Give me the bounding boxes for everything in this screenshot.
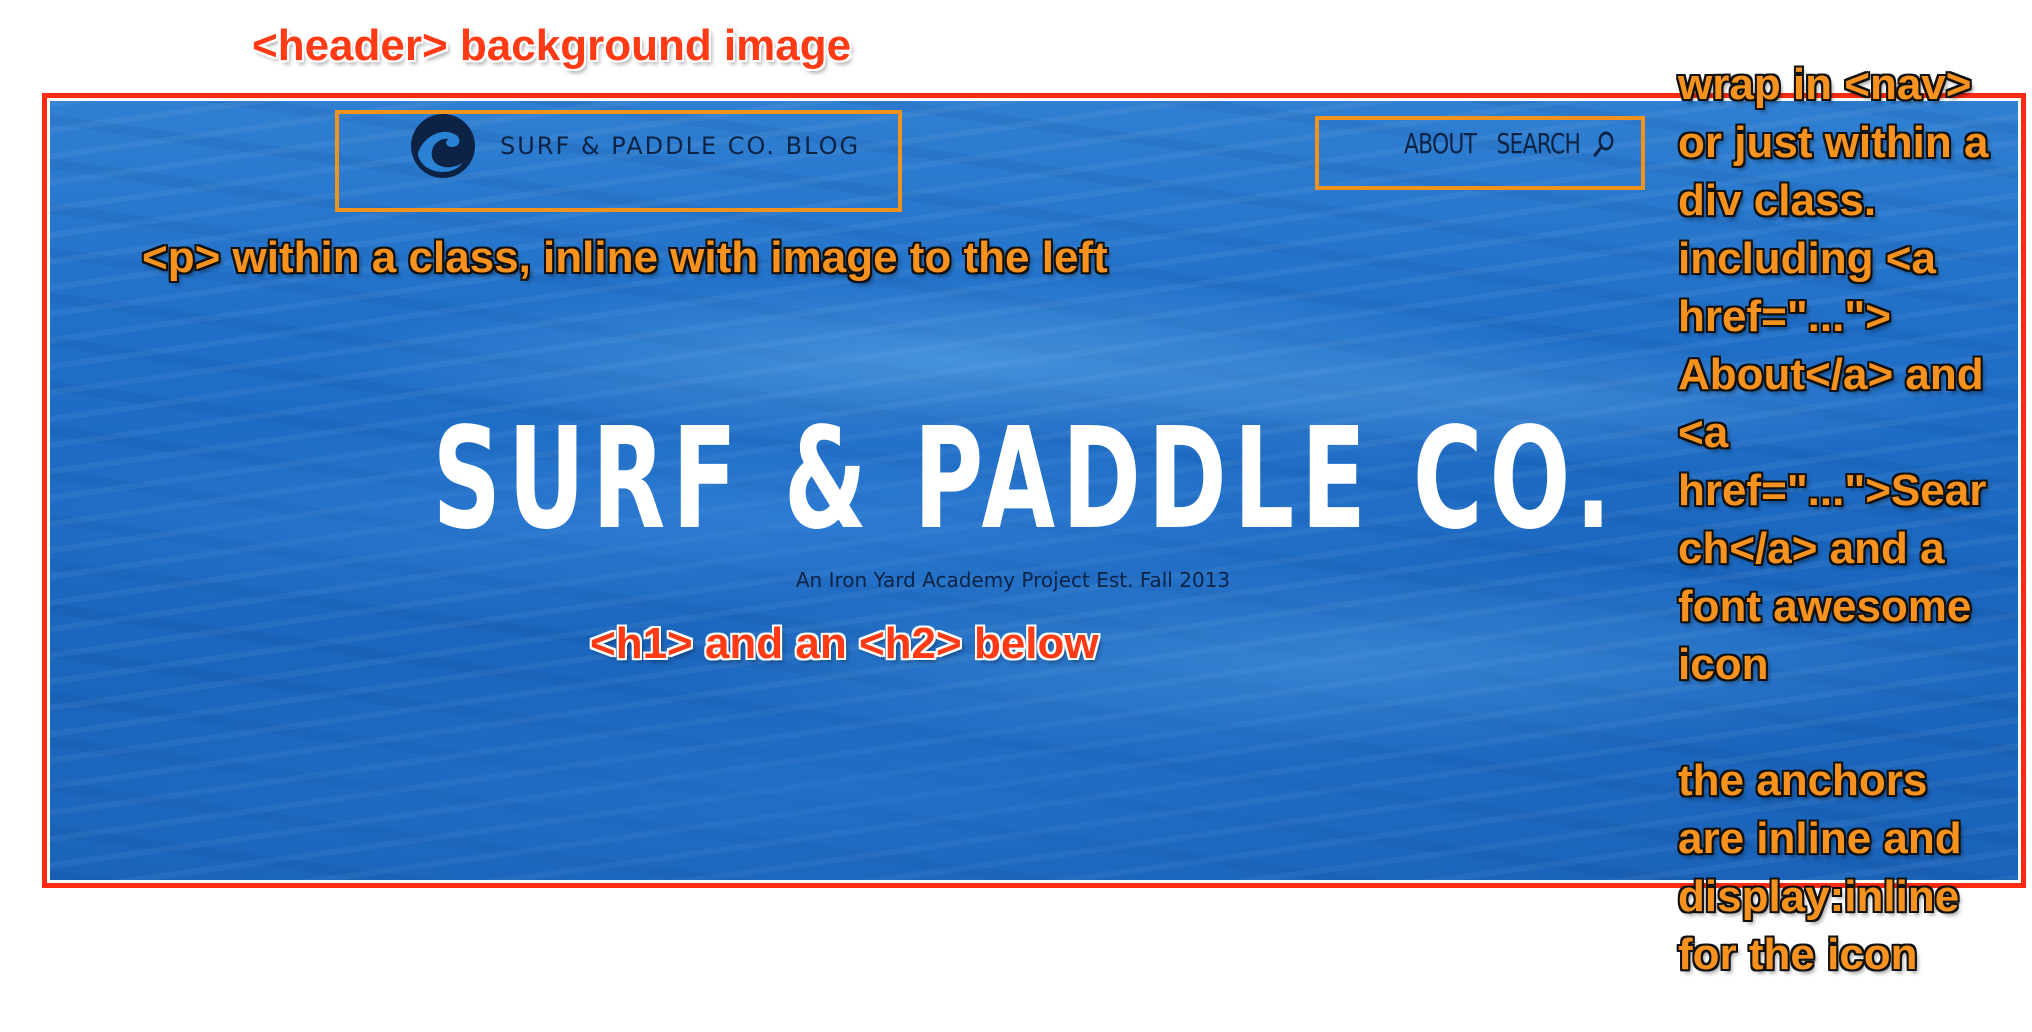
nav-annotation-line: including <a xyxy=(1678,234,1936,283)
nav-annotation-line: <a xyxy=(1678,408,1729,457)
nav-annotation-line: wrap in <nav> xyxy=(1678,60,1972,109)
brand-highlight-box xyxy=(335,110,902,212)
p-annotation: <p> within a class, inline with image to… xyxy=(142,233,1108,282)
nav-annotation: wrap in <nav> or just within a div class… xyxy=(1678,56,2028,984)
h-annotation: <h1> and an <h2> below xyxy=(590,619,1099,668)
anchors-annotation-line: for the icon xyxy=(1678,930,1918,979)
nav-annotation-line: About</a> and xyxy=(1678,350,1984,399)
nav-annotation-line: ch</a> and a xyxy=(1678,524,1945,573)
nav-annotation-line: href="..."> xyxy=(1678,292,1891,341)
anchors-annotation-line: the anchors xyxy=(1678,756,1928,805)
nav-annotation-line: div class. xyxy=(1678,176,1877,225)
stage: <header> background image SURF & PADDLE … xyxy=(0,0,2032,1032)
nav-highlight-box xyxy=(1315,116,1645,190)
nav-annotation-line: or just within a xyxy=(1678,118,1989,167)
header-annotation: <header> background image xyxy=(252,21,852,70)
nav-annotation-line: icon xyxy=(1678,640,1769,689)
annotation-spacer xyxy=(1678,694,2028,752)
nav-annotation-line: href="...">Sear xyxy=(1678,466,1987,515)
anchors-annotation-line: display:inline xyxy=(1678,872,1960,921)
anchors-annotation-line: are inline and xyxy=(1678,814,1962,863)
nav-annotation-line: font awesome xyxy=(1678,582,1972,631)
